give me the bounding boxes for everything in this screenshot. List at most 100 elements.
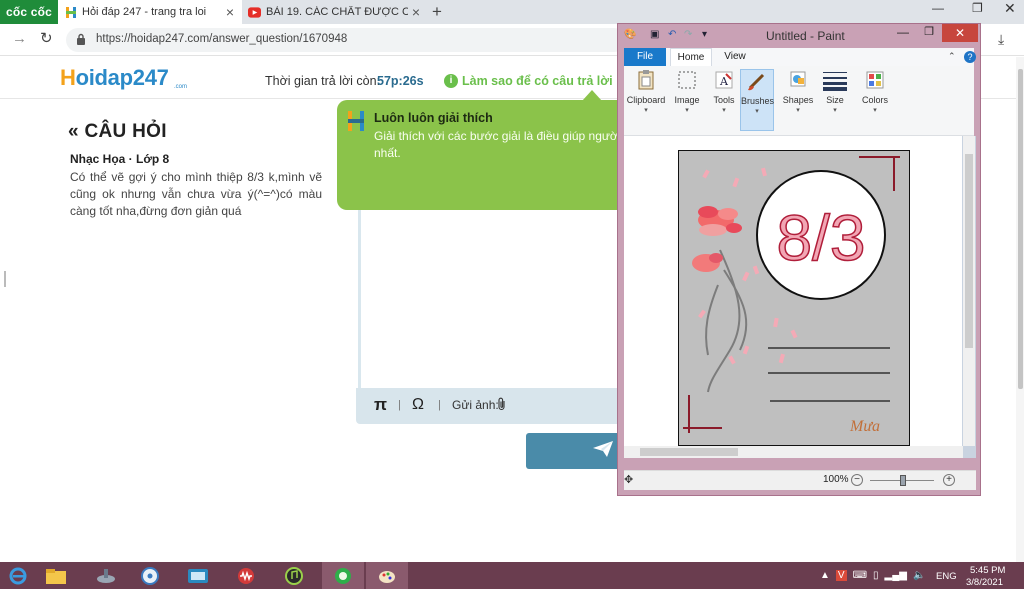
left-edge-marker: [4, 271, 6, 287]
paint-close-icon[interactable]: ✕: [942, 24, 978, 42]
tab-view[interactable]: View: [720, 48, 750, 66]
send-icon: [592, 440, 614, 461]
ribbon-tools[interactable]: A Tools ▾: [708, 69, 740, 131]
question-heading[interactable]: « CÂU HỎI: [68, 121, 167, 143]
info-icon: i: [444, 74, 458, 88]
brushes-icon: [748, 73, 765, 91]
paint-title: Untitled - Paint: [766, 29, 845, 43]
question-body: Có thể vẽ gợi ý cho mình thiệp 8/3 k,mìn…: [70, 170, 322, 218]
image-select-icon: [678, 71, 696, 89]
pi-symbol-button[interactable]: π: [374, 395, 387, 415]
network-app-icon[interactable]: [88, 562, 124, 589]
file-explorer-icon[interactable]: [38, 562, 74, 589]
timer-value: 57p:26s: [377, 74, 424, 88]
audio-app-icon[interactable]: [228, 562, 264, 589]
svg-text:A: A: [719, 75, 729, 88]
network-signal-icon[interactable]: ▂▄▆: [885, 570, 907, 581]
size-icon: [823, 72, 847, 91]
hoidap-favicon-icon: [64, 6, 77, 19]
tab-home[interactable]: Home: [670, 48, 712, 66]
ribbon-size[interactable]: Size ▾: [820, 69, 850, 131]
zoom-slider-thumb[interactable]: [900, 475, 906, 486]
clock-date[interactable]: 3/8/2021: [966, 577, 1003, 588]
system-tray: ▲ V ⌨ ▯ ▂▄▆ 🔈: [820, 562, 931, 589]
qat-dropdown-icon[interactable]: ▾: [702, 29, 707, 40]
browser-tab-strip: cốc cốc Hỏi đáp 247 - trang tra loi × BÀ…: [0, 0, 1024, 24]
zoom-level: 100%: [823, 474, 849, 485]
media-disc-icon[interactable]: [132, 562, 168, 589]
zoom-in-icon[interactable]: +: [943, 474, 955, 486]
canvas-hscroll-thumb[interactable]: [640, 448, 738, 456]
youtube-favicon-icon: [248, 6, 261, 19]
page-scrollbar-thumb[interactable]: [1018, 69, 1023, 389]
minimize-icon[interactable]: —: [932, 1, 944, 15]
windows-taskbar: ▲ V ⌨ ▯ ▂▄▆ 🔈 ENG 5:45 PM 3/8/2021: [0, 562, 1024, 589]
canvas-vscroll-thumb[interactable]: [965, 154, 973, 348]
move-cursor-icon: ✥: [624, 474, 634, 486]
ribbon-clipboard[interactable]: Clipboard ▾: [624, 69, 668, 131]
url-text: https://hoidap247.com/answer_question/16…: [96, 33, 348, 45]
reload-icon[interactable]: ↻: [40, 29, 53, 47]
new-tab-icon[interactable]: +: [432, 2, 442, 22]
paint-taskbar-icon[interactable]: [366, 562, 408, 589]
special-chars-button[interactable]: Ω: [412, 396, 424, 414]
tools-icon: A: [715, 71, 733, 89]
collapse-ribbon-icon[interactable]: ⌃: [948, 51, 956, 62]
tab-hoidap247[interactable]: Hỏi đáp 247 - trang tra loi ×: [58, 0, 242, 24]
site-logo-sub: .com: [174, 84, 188, 90]
close-tab-icon[interactable]: ×: [222, 4, 238, 20]
tip-title: Luôn luôn giải thích: [374, 111, 493, 125]
card-title: 8/3: [777, 202, 866, 274]
tip-body: Giải thích với các bước giải là điều giú…: [374, 129, 621, 160]
ribbon-colors[interactable]: Colors ▾: [858, 69, 892, 131]
ribbon-shapes[interactable]: Shapes ▾: [782, 69, 814, 131]
ribbon-image[interactable]: Image ▾: [670, 69, 704, 131]
site-logo[interactable]: Hoidap247: [60, 65, 169, 91]
paint-ribbon: Clipboard ▾ Image ▾ A Tools ▾ Brushes ▾ Shap…: [624, 66, 974, 136]
language-indicator[interactable]: ENG: [936, 571, 957, 582]
restore-icon[interactable]: ❐: [972, 1, 983, 15]
back-arrow-icon[interactable]: →: [12, 30, 27, 47]
close-window-icon[interactable]: ✕: [1004, 0, 1016, 17]
url-field[interactable]: https://hoidap247.com/answer_question/16…: [66, 28, 626, 52]
paint-minimize-icon[interactable]: —: [890, 25, 916, 41]
redo-icon[interactable]: ↷: [684, 29, 692, 40]
tab-title: BÀI 19. CÁC CHẤT ĐƯỢC CẤU: [266, 6, 408, 18]
antivirus-tray-icon[interactable]: V: [835, 570, 847, 581]
howto-link[interactable]: Làm sao để có câu trả lời hay: [462, 74, 638, 88]
download-icon[interactable]: ⤓: [998, 31, 1004, 48]
music-player-icon[interactable]: [276, 562, 312, 589]
battery-icon[interactable]: ▯: [873, 570, 879, 581]
ie-icon[interactable]: [0, 562, 36, 589]
answer-editor[interactable]: [358, 207, 638, 392]
toolbar-separator: |: [398, 399, 401, 411]
shapes-icon: [790, 71, 806, 87]
save-icon[interactable]: ▣: [650, 29, 659, 40]
undo-icon[interactable]: ↶: [668, 29, 676, 40]
paint-window[interactable]: 🎨 ▣ ↶ ↷ ▾ Untitled - Paint — ❐ ✕ File Ho…: [617, 23, 981, 496]
paint-app-icon[interactable]: 🎨: [624, 29, 636, 40]
close-tab-icon[interactable]: ×: [408, 4, 424, 20]
drawing-canvas[interactable]: 8/3 Mưa: [678, 150, 910, 446]
ribbon-brushes[interactable]: Brushes ▾: [740, 69, 774, 131]
coccoc-taskbar-icon[interactable]: [322, 562, 364, 589]
paint-maximize-icon[interactable]: ❐: [916, 25, 942, 41]
tab-file[interactable]: File: [624, 48, 666, 66]
video-app-icon[interactable]: [180, 562, 216, 589]
browser-logo[interactable]: cốc cốc: [0, 0, 58, 24]
zoom-out-icon[interactable]: −: [851, 474, 863, 486]
help-icon[interactable]: ?: [964, 51, 976, 63]
paint-ribbon-tabs: File Home View ⌃ ?: [624, 48, 976, 66]
question-meta: Nhạc Họa · Lớp 8: [70, 152, 170, 166]
timer-label: Thời gian trả lời còn:: [265, 74, 381, 88]
attach-image-label: Gửi ảnh:: [452, 398, 499, 412]
paperclip-icon[interactable]: [497, 397, 507, 414]
clipboard-icon: [638, 70, 654, 90]
keyboard-tray-icon[interactable]: ⌨: [853, 570, 867, 581]
paint-titlebar[interactable]: 🎨 ▣ ↶ ↷ ▾ Untitled - Paint — ❐ ✕: [618, 24, 980, 46]
volume-icon[interactable]: 🔈: [913, 570, 925, 581]
tab-bai19[interactable]: BÀI 19. CÁC CHẤT ĐƯỢC CẤU ×: [242, 0, 428, 24]
clock-time[interactable]: 5:45 PM: [970, 565, 1005, 576]
colors-icon: [866, 71, 884, 89]
show-hidden-icons-icon[interactable]: ▲: [820, 570, 830, 581]
